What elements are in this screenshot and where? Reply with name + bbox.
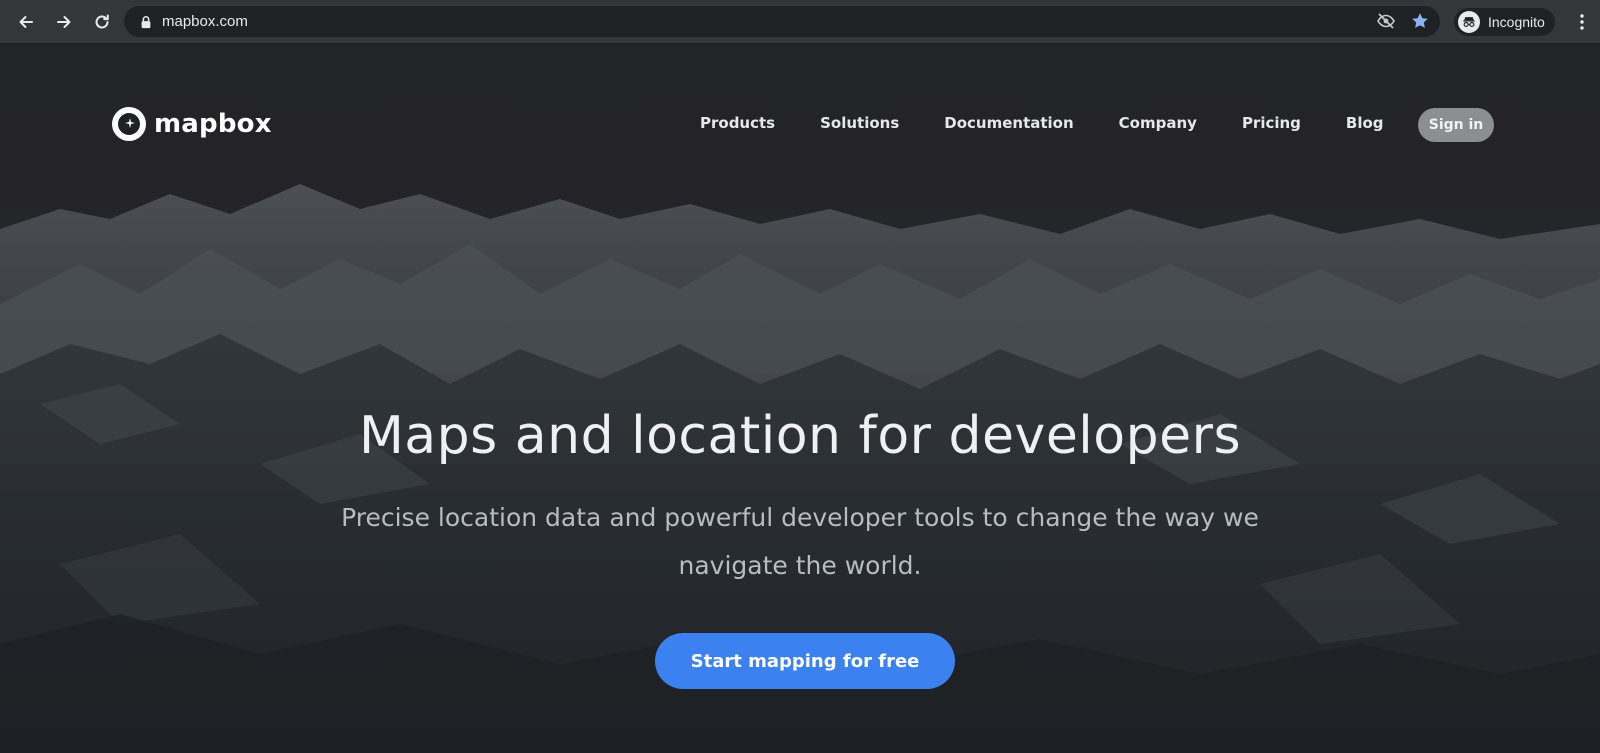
- site-header: mapbox Products Solutions Documentation …: [0, 44, 1600, 164]
- sign-in-button[interactable]: Sign in: [1418, 108, 1494, 142]
- reload-button[interactable]: [84, 4, 120, 40]
- browser-toolbar: mapbox.com Incognito: [0, 0, 1600, 44]
- incognito-label: Incognito: [1488, 14, 1545, 30]
- back-button[interactable]: [8, 4, 44, 40]
- arrow-left-icon: [19, 15, 33, 28]
- eye-slash-icon[interactable]: [1376, 11, 1396, 31]
- forward-button[interactable]: [46, 4, 82, 40]
- nav-pricing[interactable]: Pricing: [1242, 114, 1301, 132]
- lock-icon[interactable]: [138, 14, 154, 30]
- hero-title: Maps and location for developers: [358, 406, 1242, 466]
- hero-subtitle: Precise location data and powerful devel…: [341, 503, 1259, 580]
- arrow-right-icon: [57, 15, 71, 28]
- logo-text: mapbox: [154, 109, 272, 139]
- kebab-menu-icon[interactable]: [1572, 10, 1592, 34]
- star-icon[interactable]: [1410, 11, 1430, 31]
- nav-documentation[interactable]: Documentation: [944, 114, 1073, 132]
- main-nav: Products Solutions Documentation Company…: [700, 114, 1429, 132]
- start-mapping-button[interactable]: Start mapping for free: [655, 633, 955, 689]
- address-bar[interactable]: mapbox.com: [124, 6, 1440, 37]
- nav-products[interactable]: Products: [700, 114, 775, 132]
- mapbox-logo-icon: [112, 107, 146, 141]
- incognito-profile-button[interactable]: Incognito: [1454, 8, 1555, 36]
- incognito-icon: [1458, 11, 1480, 33]
- nav-company[interactable]: Company: [1119, 114, 1197, 132]
- mapbox-logo[interactable]: mapbox: [112, 107, 272, 141]
- reload-icon: [95, 14, 109, 28]
- url-text[interactable]: mapbox.com: [162, 13, 248, 30]
- nav-blog[interactable]: Blog: [1346, 114, 1384, 132]
- page-viewport: mapbox Products Solutions Documentation …: [0, 44, 1600, 753]
- nav-solutions[interactable]: Solutions: [820, 114, 899, 132]
